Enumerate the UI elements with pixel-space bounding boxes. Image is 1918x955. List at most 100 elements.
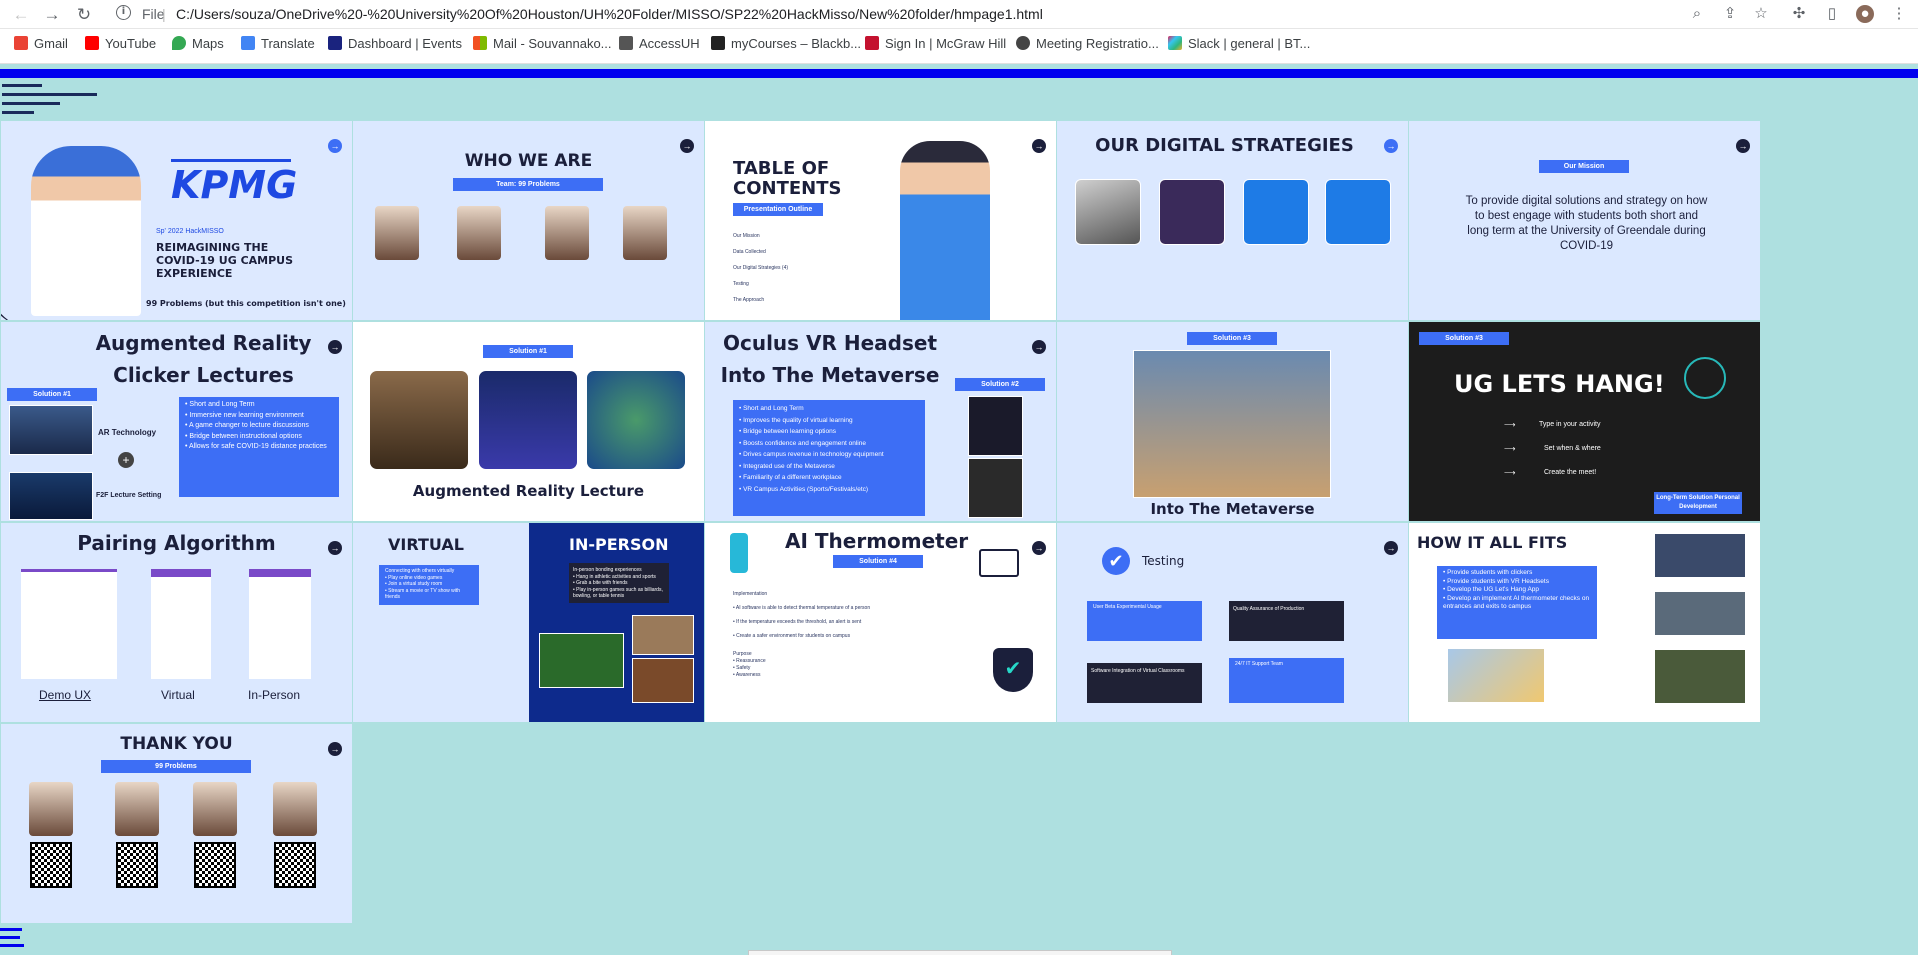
slide-table-of-contents[interactable]: TABLE OF CONTENTS Presentation Outline O… (705, 121, 1056, 320)
info-icon[interactable]: i (116, 5, 131, 20)
zoom-icon[interactable]: ⌕ (1688, 5, 1706, 23)
virtual-title: VIRTUAL (388, 535, 464, 554)
qr-code[interactable] (30, 842, 72, 888)
slide-caption: Augmented Reality Lecture (412, 482, 645, 500)
slide-metaverse[interactable]: Solution #3 Into The Metaverse (1057, 322, 1408, 521)
next-arrow-icon[interactable]: → (1032, 541, 1046, 555)
bookmark-label: AccessUH (639, 36, 700, 51)
slide-digital-strategies[interactable]: OUR DIGITAL STRATEGIES → (1057, 121, 1408, 320)
slide-caption: Into The Metaverse (1150, 500, 1315, 518)
next-arrow-icon[interactable]: → (1384, 541, 1398, 555)
accessuh-icon (619, 36, 633, 50)
bookmark-accessuh[interactable]: AccessUH (619, 36, 700, 56)
next-arrow-icon[interactable]: → (328, 139, 342, 153)
next-arrow-icon[interactable]: → (1384, 139, 1398, 153)
qr-code[interactable] (274, 842, 316, 888)
star-icon[interactable]: ☆ (1752, 5, 1770, 23)
next-arrow-icon[interactable]: → (328, 742, 342, 756)
back-arrow-icon[interactable]: ← (10, 4, 32, 26)
member-photo (29, 782, 73, 836)
horizontal-scrollbar[interactable] (748, 950, 1172, 955)
bookmark-mcgraw[interactable]: Sign In | McGraw Hill (865, 36, 1006, 56)
footer-link[interactable] (0, 936, 20, 939)
bookmark-mycourses[interactable]: myCourses – Blackb... (711, 36, 861, 56)
url-text[interactable]: C:/Users/souza/OneDrive%20-%20University… (176, 6, 1043, 22)
team-pill: 99 Problems (101, 760, 251, 773)
virtual-box: Connecting with others virtually • Play o… (379, 565, 479, 605)
next-arrow-icon[interactable]: → (1032, 340, 1046, 354)
qr-code[interactable] (116, 842, 158, 888)
separator: | (162, 6, 166, 22)
sidepanel-icon[interactable]: ▯ (1823, 5, 1841, 23)
slide-how-it-all-fits[interactable]: HOW IT ALL FITS • Provide students with … (1409, 523, 1760, 722)
slide-kpmg-title[interactable]: KPMG Sp' 2022 HackMISSO REIMAGINING THE … (1, 121, 352, 320)
friends-image (632, 615, 694, 655)
menu-icon[interactable]: ⋮ (1890, 5, 1908, 23)
slide-title: REIMAGINING THE COVID-19 UG CAMPUS EXPER… (156, 241, 294, 280)
vr-image (968, 396, 1023, 456)
next-arrow-icon[interactable]: → (1032, 139, 1046, 153)
next-arrow-icon[interactable]: → (328, 340, 342, 354)
footer-link[interactable] (0, 928, 22, 931)
check-icon: ✔ (1102, 547, 1130, 575)
bookmark-maps[interactable]: Maps (172, 36, 224, 56)
slide-who-we-are[interactable]: WHO WE ARE Team: 99 Problems → (353, 121, 704, 320)
slide-oculus-vr[interactable]: Oculus VR Headset Into The Metaverse Sol… (705, 322, 1056, 521)
bookmark-label: Translate (261, 36, 315, 51)
demo-ux-link[interactable]: Demo UX (39, 688, 91, 702)
bookmark-youtube[interactable]: YouTube (85, 36, 156, 56)
bookmark-translate[interactable]: Translate (241, 36, 315, 56)
meta-text-line (2, 93, 97, 96)
next-arrow-icon[interactable]: → (1736, 139, 1750, 153)
virtual-illustration (453, 613, 508, 688)
extensions-icon[interactable]: ✣ (1790, 5, 1808, 23)
next-arrow-icon[interactable]: → (680, 139, 694, 153)
implementation-text: Implementation • AI software is able to d… (733, 591, 871, 639)
f2f-label: F2F Lecture Setting (96, 492, 162, 499)
virtual-illustration (363, 613, 443, 688)
footer-links (0, 928, 24, 947)
slide-thank-you[interactable]: THANK YOU 99 Problems → (1, 724, 352, 923)
slide-ug-lets-hang[interactable]: Solution #3 UG LETS HANG! ⟶ Type in your… (1409, 322, 1760, 521)
member-photo (623, 206, 667, 260)
slide-testing[interactable]: ✔ Testing User Beta Experimental Usage Q… (1057, 523, 1408, 722)
shield-check-icon: ✔ (993, 648, 1033, 692)
slide-virtual-inperson[interactable]: VIRTUAL Connecting with others virtually… (353, 523, 704, 722)
slide-ar-clicker[interactable]: Augmented Reality Clicker Lectures Solut… (1, 322, 352, 521)
slide-our-mission[interactable]: Our Mission To provide digital solutions… (1409, 121, 1760, 320)
in-person-box: In-person bonding experiences • Hang in a… (569, 563, 669, 603)
qr-code[interactable] (194, 842, 236, 888)
mission-pill: Our Mission (1539, 160, 1629, 173)
solution-pill: Solution #1 (7, 388, 97, 401)
step-arrow: ⟶ (1504, 468, 1516, 477)
bookmark-meeting[interactable]: Meeting Registratio... (1016, 36, 1159, 56)
step-arrow: ⟶ (1504, 444, 1516, 453)
slide-pairing-algorithm[interactable]: Pairing Algorithm Demo UX Virtual In-Per… (1, 523, 352, 722)
address-bar[interactable]: i File | C:/Users/souza/OneDrive%20-%20U… (110, 3, 1790, 26)
vr-image (968, 458, 1023, 518)
team-caption: 99 Problems (but this competition isn't … (146, 299, 346, 308)
bookmark-dashboard[interactable]: Dashboard | Events (328, 36, 462, 56)
next-arrow-icon[interactable]: → (328, 541, 342, 555)
slide-ai-thermometer[interactable]: AI Thermometer Solution #4 ✔ Implementat… (705, 523, 1056, 722)
browser-toolbar: ← → ↻ i File | C:/Users/souza/OneDrive%2… (0, 0, 1918, 29)
features-box: • Short and Long Term • Improves the qual… (733, 400, 925, 516)
toc-item: The Approach (733, 297, 765, 303)
bookmark-mail[interactable]: Mail - Souvannako... (473, 36, 612, 56)
crowd-image (1654, 533, 1746, 578)
reload-icon[interactable]: ↻ (73, 4, 95, 26)
meta-text-line (2, 84, 42, 87)
bookmark-label: Dashboard | Events (348, 36, 462, 51)
bookmark-label: YouTube (105, 36, 157, 51)
profile-avatar[interactable]: ● (1856, 5, 1874, 23)
bookmark-slack[interactable]: Slack | general | BT... (1168, 36, 1310, 56)
bookmark-gmail[interactable]: Gmail (14, 36, 68, 56)
forward-arrow-icon[interactable]: → (41, 4, 63, 26)
strategy-image (1325, 179, 1391, 245)
slide-title: HOW IT ALL FITS (1417, 533, 1568, 552)
slide-ar-lecture[interactable]: Solution #1 Augmented Reality Lecture (353, 322, 704, 521)
testing-box: 24/7 IT Support Team (1229, 658, 1344, 703)
footer-link[interactable] (0, 944, 24, 947)
share-icon[interactable]: ⇪ (1721, 5, 1739, 23)
mission-text: To provide digital solutions and strateg… (1465, 195, 1708, 252)
